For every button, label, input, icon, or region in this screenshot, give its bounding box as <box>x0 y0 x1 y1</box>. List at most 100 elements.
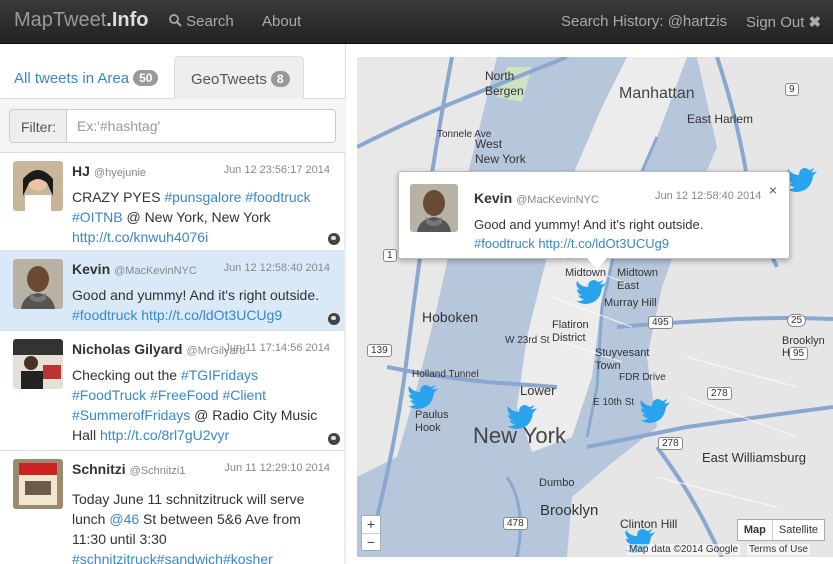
map-label-holland-tunnel: Holland Tunnel <box>412 369 479 380</box>
twitter-bird-marker[interactable] <box>408 385 438 409</box>
brand-logo[interactable]: MapTweet.Info <box>14 9 148 32</box>
tweet-item[interactable]: HJ @hyejunie Jun 12 23:56:17 2014 CRAZY P… <box>0 153 346 251</box>
tweet-link[interactable]: http://t.co/ldOt3UCUg9 <box>141 307 282 323</box>
highway-shield: 478 <box>503 517 528 530</box>
map-label-east-williamsburg: East Williamsburg <box>702 450 807 465</box>
tab-all-tweets-count: 50 <box>133 70 159 86</box>
tweet-text: Good and yummy! And it's right outside. … <box>72 285 334 325</box>
zoom-out-button[interactable]: − <box>362 534 380 551</box>
map-label-tonnele: Tonnele Ave <box>437 129 492 140</box>
map-label-w23: W 23rd St <box>505 335 550 346</box>
map-label-fdr: FDR Drive <box>619 372 666 383</box>
tweet-date: Jun 12 23:56:17 2014 <box>223 164 330 176</box>
highway-shield: 9 <box>785 83 799 96</box>
map-label-lower-manhattan: Lower <box>520 383 556 398</box>
tweet-text: CRAZY PYES #punsgalore #foodtruck #OITNB… <box>72 187 334 247</box>
sign-out-label: Sign Out <box>746 14 805 31</box>
nav-sign-out[interactable]: Sign Out ✖ <box>746 13 821 31</box>
tab-geotweets[interactable]: GeoTweets 8 <box>174 56 304 99</box>
popup-pointer <box>587 258 607 270</box>
globe-icon[interactable] <box>328 313 340 325</box>
twitter-bird-marker[interactable] <box>787 168 817 192</box>
tweet-hashtags[interactable]: #schnitzitruck#sandwich#kosher <box>72 551 273 564</box>
tweet-hashtags[interactable]: #foodtruck <box>72 307 137 323</box>
tweet-text-plain: CRAZY PYES <box>72 189 165 205</box>
tweet-item[interactable]: Nicholas Gilyard @MrGilyard Jun 11 17:14:… <box>0 331 346 451</box>
popup-hashtag[interactable]: #foodtruck <box>474 236 535 251</box>
tweet-handle: @MacKevinNYC <box>114 265 197 277</box>
map-type-satellite-button[interactable]: Satellite <box>773 520 824 540</box>
brand-name: MapTweet <box>14 9 107 31</box>
tab-geotweets-count: 8 <box>270 71 290 87</box>
zoom-in-button[interactable]: + <box>362 516 380 534</box>
tweet-info-popup: Kevin @MacKevinNYC Jun 12 12:58:40 2014 ×… <box>398 171 790 270</box>
map-label-midtown-east: Midtown East <box>617 267 658 292</box>
filter-label: Filter: <box>9 109 67 143</box>
map-label-manhattan: Manhattan <box>619 85 695 102</box>
avatar <box>13 259 63 309</box>
filter-input[interactable] <box>66 109 336 143</box>
tweet-link[interactable]: http://t.co/knwuh4076i <box>72 229 208 245</box>
tweet-link[interactable]: http://t.co/8rl7gU2vyr <box>100 427 229 443</box>
map-label-west-new-york: West New York <box>475 137 526 166</box>
close-popup-button[interactable]: × <box>769 182 777 198</box>
globe-icon[interactable] <box>328 433 340 445</box>
tab-geotweets-label: GeoTweets <box>191 71 267 88</box>
map-label-east-harlem: East Harlem <box>687 112 754 126</box>
tweet-author-name: HJ <box>72 163 90 179</box>
map-attribution: Map data ©2014 Google <box>627 544 741 555</box>
nav-about[interactable]: About <box>262 13 301 30</box>
map-terms-link[interactable]: Terms of Use <box>747 544 810 555</box>
popup-text-plain: Good and yummy! And it's right outside. <box>474 217 704 232</box>
tweet-text-plain: Good and yummy! And it's right outside. <box>72 287 320 303</box>
tweet-list-scrollbar[interactable] <box>344 153 346 564</box>
popup-author: Kevin @MacKevinNYC <box>474 190 599 206</box>
tweet-author-name: Nicholas Gilyard <box>72 341 183 357</box>
highway-shield: 139 <box>367 344 392 357</box>
close-icon: ✖ <box>808 14 822 31</box>
nav-search-history[interactable]: Search History: @hartzis <box>561 13 727 30</box>
tab-all-tweets[interactable]: All tweets in Area 50 <box>14 56 159 99</box>
tab-bar: All tweets in Area 50 GeoTweets 8 <box>0 44 346 99</box>
highway-shield: 95 <box>789 347 809 360</box>
highway-shield: 1 <box>383 249 397 262</box>
map-label-e10: E 10th St <box>593 397 635 408</box>
tweet-date: Jun 12 12:58:40 2014 <box>223 262 330 274</box>
popup-handle: @MacKevinNYC <box>516 194 599 206</box>
tweet-author: Nicholas Gilyard @MrGilyard <box>72 341 245 357</box>
tweet-mention[interactable]: @46 <box>109 511 139 527</box>
globe-icon[interactable] <box>328 233 340 245</box>
tweet-list: HJ @hyejunie Jun 12 23:56:17 2014 CRAZY P… <box>0 153 346 564</box>
tweet-text-after: @ New York, New York <box>122 209 271 225</box>
popup-text: Good and yummy! And it's right outside. … <box>474 215 703 253</box>
map-label-dumbo: Dumbo <box>539 477 575 489</box>
filter-bar: Filter: <box>0 99 346 153</box>
map-zoom-control: + − <box>361 515 381 551</box>
highway-shield: 495 <box>648 316 673 329</box>
highway-shield: 25 <box>787 314 807 327</box>
map-label-stuyvesant: Stuyvesant Town <box>595 347 650 372</box>
twitter-bird-marker[interactable] <box>576 280 606 304</box>
search-icon <box>169 14 182 27</box>
tweet-date: Jun 11 12:29:10 2014 <box>224 462 330 474</box>
twitter-bird-marker[interactable] <box>507 405 537 429</box>
avatar <box>13 339 63 389</box>
tweet-author-name: Schnitzi <box>72 461 126 477</box>
map-type-map-button[interactable]: Map <box>738 520 773 540</box>
tweet-item[interactable]: Schnitzi @Schnitzi1 Jun 11 12:29:10 2014 … <box>0 451 346 564</box>
map-view[interactable]: North Bergen West New York Manhattan Eas… <box>357 57 833 557</box>
tweet-text: Today June 11 schnitzitruck will serve l… <box>72 489 334 564</box>
tweet-handle: @Schnitzi1 <box>129 465 186 477</box>
top-navbar: MapTweet.Info Search About Search Histor… <box>0 0 833 44</box>
popup-date: Jun 12 12:58:40 2014 <box>655 190 762 202</box>
map-label-flatiron: Flatiron District <box>552 319 589 344</box>
tweet-author: HJ @hyejunie <box>72 163 146 179</box>
brand-suffix: .Info <box>106 9 149 31</box>
nav-search[interactable]: Search <box>169 13 234 30</box>
twitter-bird-marker[interactable] <box>640 399 670 423</box>
popup-link[interactable]: http://t.co/ldOt3UCUg9 <box>538 236 669 251</box>
highway-shield: 278 <box>707 387 732 400</box>
tweet-item[interactable]: Kevin @MacKevinNYC Jun 12 12:58:40 2014 G… <box>0 251 346 331</box>
avatar <box>410 184 458 232</box>
avatar <box>13 161 63 211</box>
